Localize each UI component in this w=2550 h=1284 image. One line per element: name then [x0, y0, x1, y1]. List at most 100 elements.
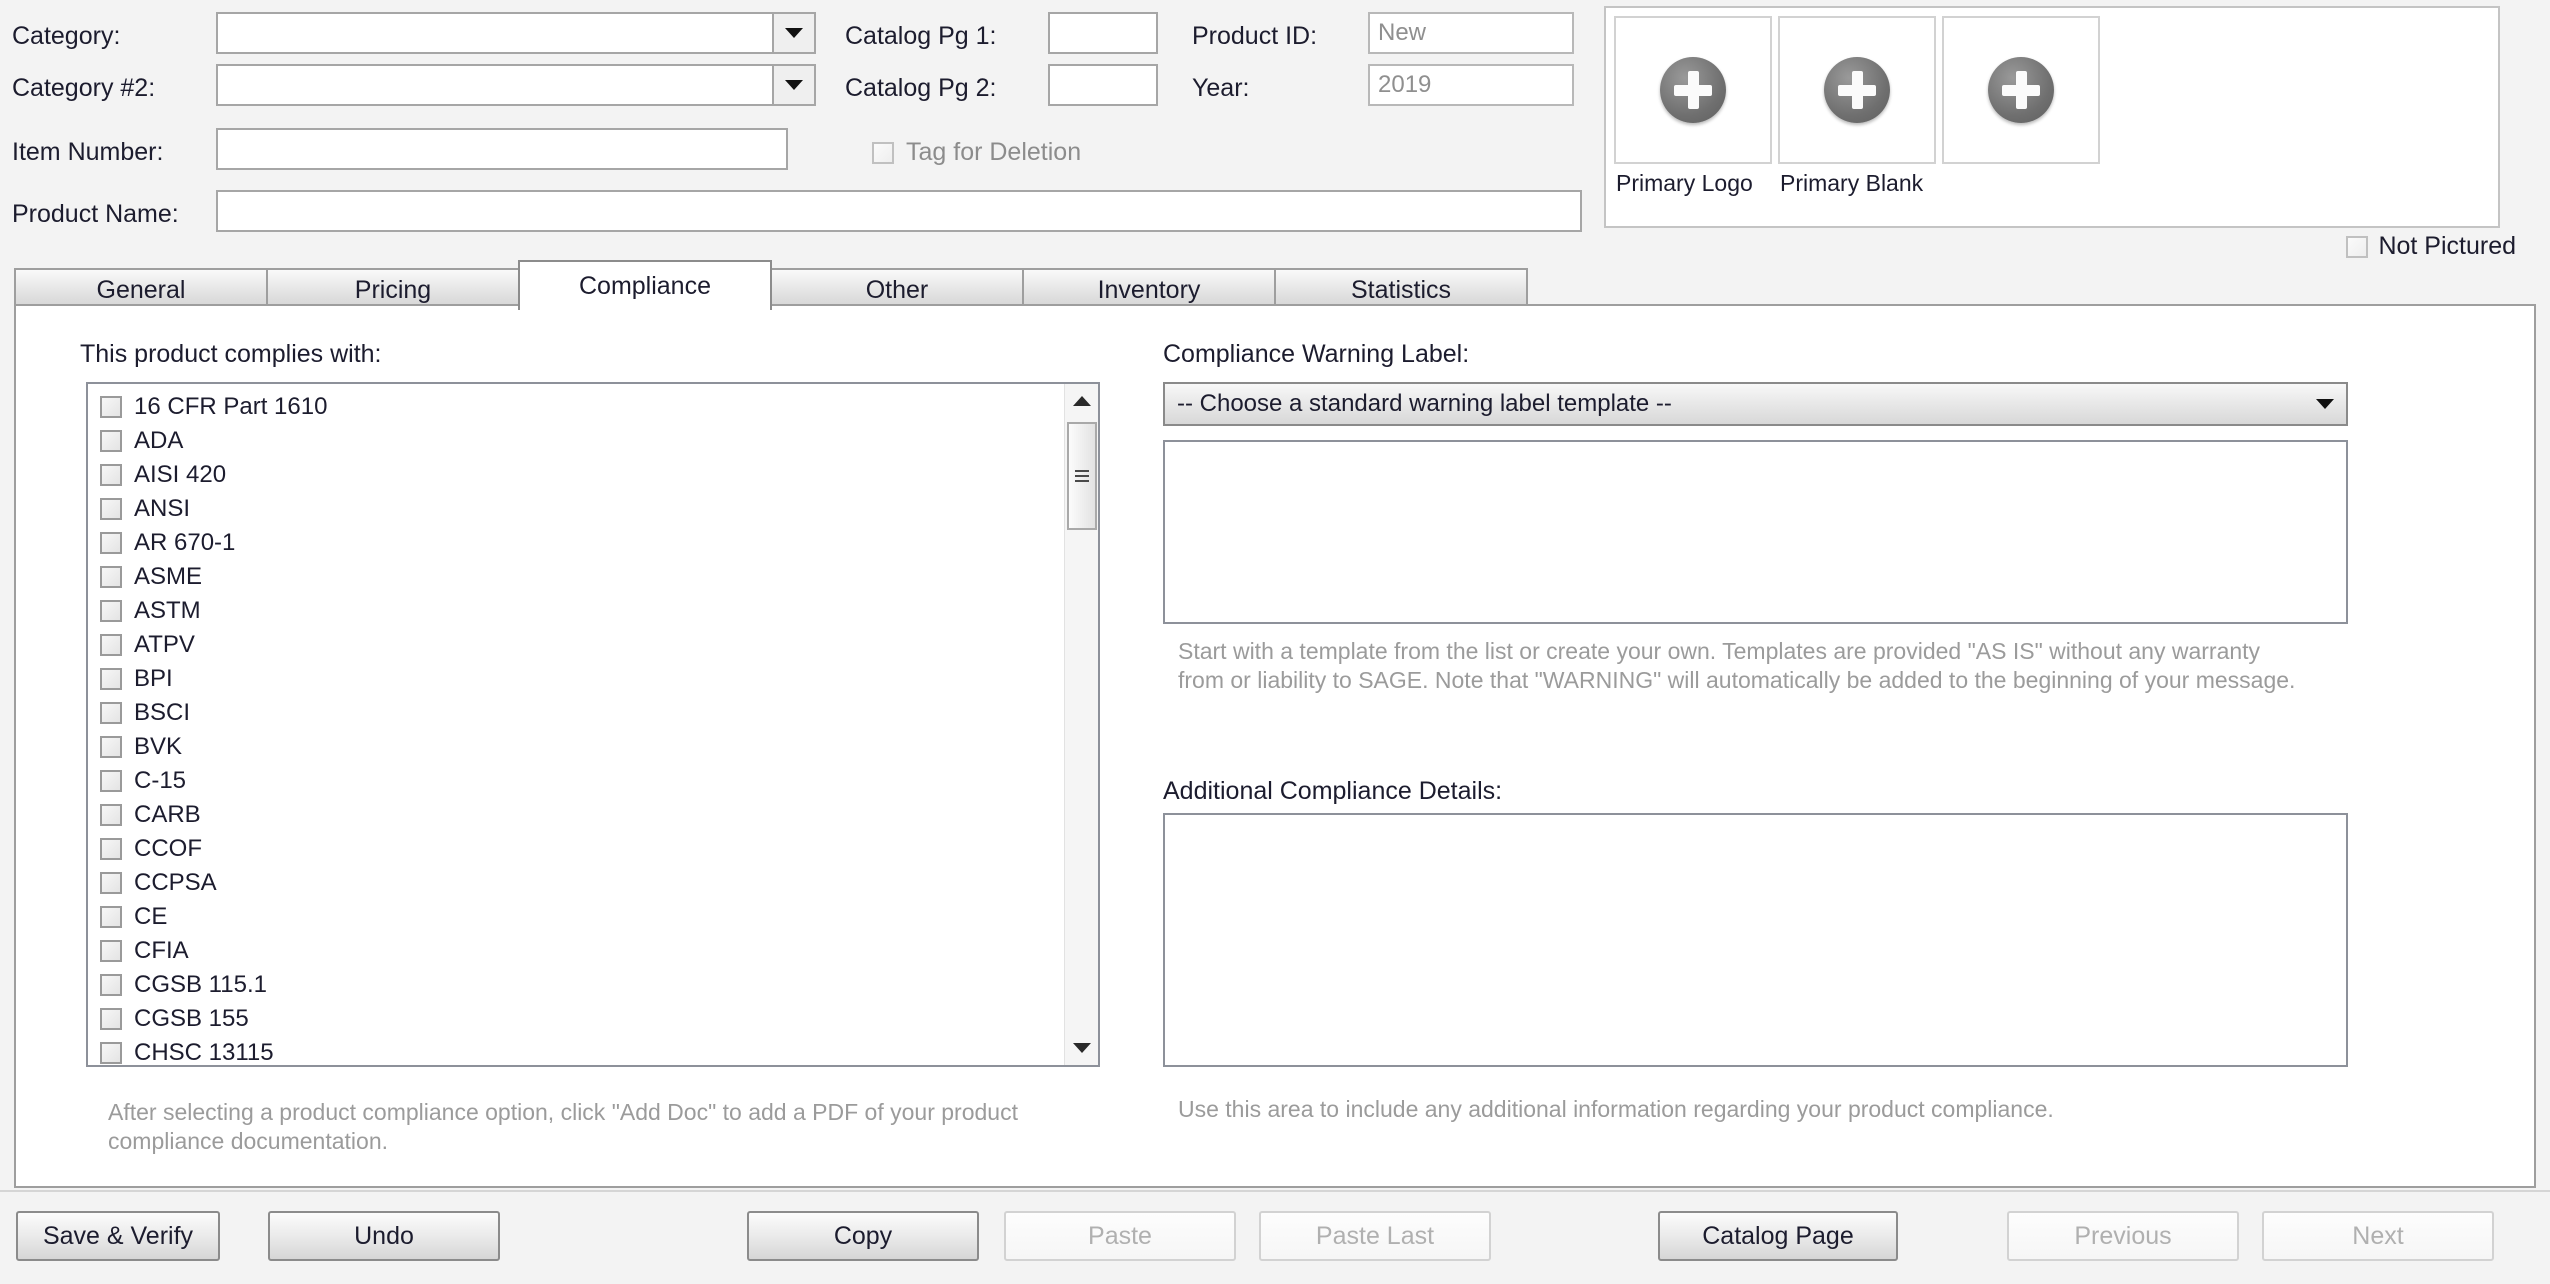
compliance-option-row[interactable]: ANSI	[100, 492, 1062, 526]
list-scrollbar[interactable]	[1064, 384, 1098, 1065]
thumbnail-caption-1: Primary Logo	[1616, 170, 1753, 196]
compliance-option-row[interactable]: CCOF	[100, 832, 1062, 866]
copy-button[interactable]: Copy	[747, 1211, 979, 1261]
checkbox-icon[interactable]	[100, 804, 122, 826]
checkbox-icon[interactable]	[100, 872, 122, 894]
compliance-option-row[interactable]: C-15	[100, 764, 1062, 798]
checkbox-icon[interactable]	[100, 464, 122, 486]
warning-text-area[interactable]	[1163, 440, 2348, 624]
compliance-option-row[interactable]: AISI 420	[100, 458, 1062, 492]
not-pictured-label: Not Pictured	[2378, 232, 2516, 260]
compliance-option-label: ASTM	[134, 597, 201, 624]
compliance-option-row[interactable]: CHSC 13115	[100, 1036, 1062, 1065]
additional-details-help: Use this area to include any additional …	[1178, 1096, 2054, 1122]
compliance-option-row[interactable]: ATPV	[100, 628, 1062, 662]
checkbox-icon[interactable]	[100, 430, 122, 452]
compliance-option-row[interactable]: BSCI	[100, 696, 1062, 730]
not-pictured-checkbox[interactable]: Not Pictured	[2346, 232, 2516, 261]
item-number-label: Item Number:	[12, 138, 164, 166]
checkbox-icon[interactable]	[2346, 235, 2369, 258]
compliance-option-row[interactable]: ASTM	[100, 594, 1062, 628]
category-combobox[interactable]	[216, 12, 816, 54]
compliance-option-row[interactable]: AR 670-1	[100, 526, 1062, 560]
scrollbar-thumb[interactable]	[1067, 422, 1097, 530]
compliance-option-row[interactable]: BPI	[100, 662, 1062, 696]
checkbox-icon[interactable]	[100, 838, 122, 860]
compliance-option-label: ASME	[134, 563, 203, 590]
checkbox-icon[interactable]	[100, 974, 122, 996]
compliance-option-label: CE	[134, 903, 168, 930]
category2-label: Category #2:	[12, 74, 156, 102]
thumbnail-slot-1[interactable]	[1614, 16, 1772, 164]
checkbox-icon[interactable]	[100, 396, 122, 418]
chevron-down-icon[interactable]	[772, 14, 814, 52]
compliance-option-row[interactable]: ADA	[100, 424, 1062, 458]
checkbox-icon[interactable]	[100, 770, 122, 792]
chevron-down-icon[interactable]	[2316, 399, 2334, 409]
compliance-option-label: AISI 420	[134, 461, 227, 488]
compliance-option-row[interactable]: BVK	[100, 730, 1062, 764]
checkbox-icon[interactable]	[872, 141, 894, 164]
action-button-bar: Save & Verify Undo Copy Paste Paste Last…	[0, 1190, 2550, 1284]
catalog-pg1-input[interactable]	[1048, 12, 1158, 54]
add-image-icon[interactable]	[1988, 57, 2054, 123]
paste-button[interactable]: Paste	[1004, 1211, 1236, 1261]
scroll-down-button[interactable]	[1065, 1031, 1098, 1065]
checkbox-icon[interactable]	[100, 1008, 122, 1030]
compliance-option-label: BVK	[134, 733, 183, 760]
compliance-option-row[interactable]: CGSB 115.1	[100, 968, 1062, 1002]
warning-label-title: Compliance Warning Label:	[1163, 340, 1470, 368]
product-images-panel: Primary Logo Primary Blank	[1604, 6, 2500, 228]
additional-details-textarea[interactable]	[1163, 813, 2348, 1067]
undo-button[interactable]: Undo	[268, 1211, 500, 1261]
warning-help-text: Start with a template from the list or c…	[1178, 638, 2296, 693]
catalog-page-button[interactable]: Catalog Page	[1658, 1211, 1898, 1261]
checkbox-icon[interactable]	[100, 940, 122, 962]
checkbox-icon[interactable]	[100, 634, 122, 656]
paste-last-button[interactable]: Paste Last	[1259, 1211, 1491, 1261]
checkbox-icon[interactable]	[100, 498, 122, 520]
year-label: Year:	[1192, 74, 1250, 102]
thumbnail-slot-2[interactable]	[1778, 16, 1936, 164]
checkbox-icon[interactable]	[100, 532, 122, 554]
tab-compliance[interactable]: Compliance	[518, 260, 772, 310]
checkbox-icon[interactable]	[100, 906, 122, 928]
checkbox-icon[interactable]	[100, 600, 122, 622]
compliance-option-label: CCPSA	[134, 869, 217, 896]
compliance-option-row[interactable]: CE	[100, 900, 1062, 934]
compliance-options-list[interactable]: 16 CFR Part 1610 ADA AISI 420 ANSI AR 670-1 A…	[86, 382, 1100, 1067]
compliance-option-row[interactable]: CARB	[100, 798, 1062, 832]
compliance-option-row[interactable]: CGSB 155	[100, 1002, 1062, 1036]
compliance-option-label: ADA	[134, 427, 184, 454]
compliance-option-row[interactable]: ASME	[100, 560, 1062, 594]
tag-for-deletion-checkbox[interactable]: Tag for Deletion	[872, 138, 1081, 167]
warning-template-select[interactable]: -- Choose a standard warning label templ…	[1163, 382, 2348, 426]
thumbnail-caption-2: Primary Blank	[1780, 170, 1924, 196]
checkbox-icon[interactable]	[100, 668, 122, 690]
scroll-up-button[interactable]	[1065, 384, 1098, 418]
thumbnail-slot-3[interactable]	[1942, 16, 2100, 164]
year-field: 2019	[1368, 64, 1574, 106]
add-image-icon[interactable]	[1824, 57, 1890, 123]
complies-with-label: This product complies with:	[80, 340, 382, 368]
product-name-label: Product Name:	[12, 200, 179, 228]
add-image-icon[interactable]	[1660, 57, 1726, 123]
product-name-input[interactable]	[216, 190, 1582, 232]
checkbox-icon[interactable]	[100, 1042, 122, 1064]
item-number-input[interactable]	[216, 128, 788, 170]
checkbox-icon[interactable]	[100, 736, 122, 758]
additional-details-title: Additional Compliance Details:	[1163, 777, 1503, 805]
category2-combobox[interactable]	[216, 64, 816, 106]
checkbox-icon[interactable]	[100, 566, 122, 588]
compliance-option-row[interactable]: 16 CFR Part 1610	[100, 390, 1062, 424]
previous-button[interactable]: Previous	[2007, 1211, 2239, 1261]
checkbox-icon[interactable]	[100, 702, 122, 724]
compliance-option-row[interactable]: CFIA	[100, 934, 1062, 968]
catalog-pg2-input[interactable]	[1048, 64, 1158, 106]
compliance-option-row[interactable]: CCPSA	[100, 866, 1062, 900]
chevron-down-icon[interactable]	[772, 66, 814, 104]
next-button[interactable]: Next	[2262, 1211, 2494, 1261]
save-and-verify-button[interactable]: Save & Verify	[16, 1211, 220, 1261]
compliance-option-label: CFIA	[134, 937, 189, 964]
grip-icon	[1075, 467, 1089, 485]
